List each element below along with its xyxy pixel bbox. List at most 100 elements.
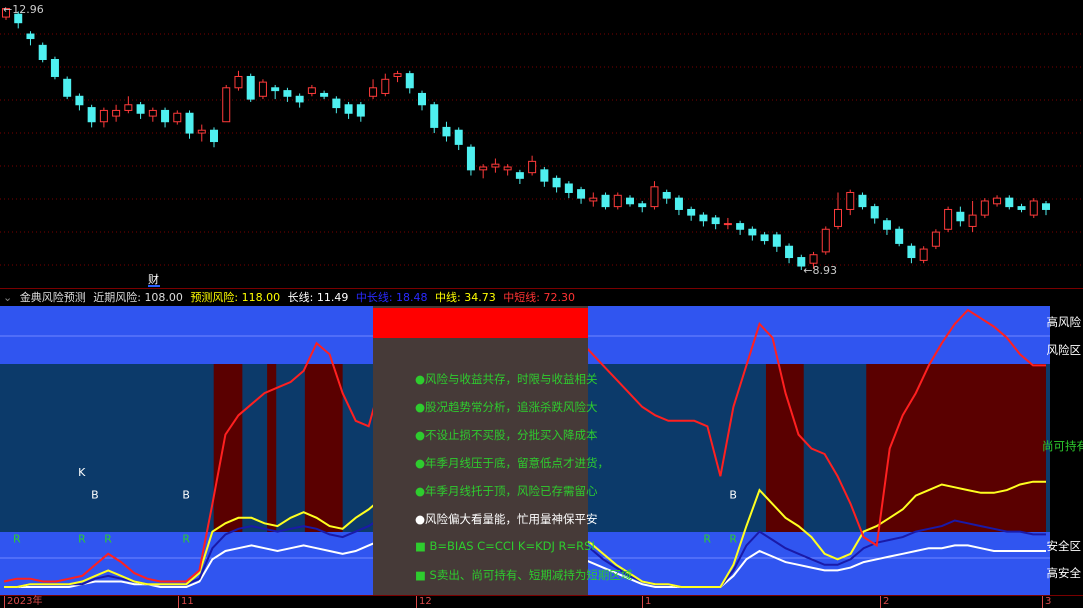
axis-label: 2	[880, 596, 889, 608]
signal-marker: R	[729, 533, 737, 546]
candle	[26, 31, 35, 46]
candle	[515, 169, 524, 184]
candle	[834, 192, 842, 230]
tip-line: ●年季月线压于底，留意低点才进货，	[415, 456, 610, 470]
candle	[50, 56, 59, 80]
signal-marker: R	[182, 533, 190, 546]
zone-label: 高风险	[1046, 315, 1082, 329]
candle	[577, 186, 586, 204]
candle	[699, 212, 708, 227]
forecast-risk: 预测风险: 118.00	[190, 291, 281, 304]
zone-label: 安全区	[1046, 539, 1082, 553]
candle	[613, 192, 622, 210]
candle	[246, 73, 255, 102]
axis-label: 1	[642, 596, 651, 608]
tip-line: ●股况趋势常分析，追涨杀跌风险大	[415, 400, 598, 414]
candle	[1029, 198, 1038, 218]
mid-short-line-value: 中短线: 72.30	[503, 291, 575, 304]
candle	[405, 70, 414, 94]
candle	[772, 232, 781, 252]
candle	[711, 215, 720, 230]
candle	[234, 70, 243, 91]
indicator-title[interactable]: 金典风险预测	[20, 291, 86, 304]
tips-header-block	[373, 308, 588, 338]
candle	[148, 107, 157, 122]
candle	[601, 192, 610, 210]
candle	[503, 164, 512, 176]
candle	[687, 206, 696, 221]
candle	[124, 96, 133, 114]
candle	[418, 90, 426, 111]
signal-marker: R	[78, 533, 86, 546]
tip-line: ●年季月线托于顶，风险已存需留心	[415, 484, 598, 498]
candle	[760, 232, 769, 245]
candle	[332, 96, 341, 114]
candle	[919, 246, 928, 264]
candle	[466, 144, 475, 176]
candle	[75, 93, 84, 111]
candle	[381, 73, 390, 97]
candle	[222, 84, 231, 123]
candle	[442, 121, 451, 142]
risk-period-block	[304, 364, 343, 532]
axis-label: 2023年	[4, 596, 42, 608]
mid-line-value: 中线: 34.73	[435, 291, 496, 304]
candle	[748, 226, 757, 241]
candlestick-chart[interactable]: ←12.96 ←8.93 财	[0, 0, 1083, 288]
candle	[63, 76, 72, 100]
candle	[1017, 203, 1026, 213]
tip-line: ●风险偏大看量能，忙用量神保平安	[415, 512, 598, 526]
recent-risk-label: 近期风险:	[93, 291, 141, 304]
signal-marker: B	[729, 488, 737, 501]
long-line-value: 长线: 11.49	[287, 291, 349, 304]
candle	[821, 226, 830, 255]
candle	[430, 101, 439, 134]
candle	[846, 189, 855, 216]
candle	[161, 107, 170, 128]
high-price-label: ←12.96	[3, 3, 44, 16]
mid-long-line-value: 中长线: 18.48	[355, 291, 428, 304]
candle	[870, 203, 879, 224]
financial-marker: 财	[148, 272, 159, 286]
candle	[993, 195, 1002, 207]
candle	[454, 127, 463, 151]
risk-period-block	[866, 364, 1046, 532]
candle	[307, 84, 316, 97]
candle	[528, 155, 537, 176]
tip-line: ●不设止损不买股，分批买入降成本	[415, 428, 598, 442]
candle	[626, 195, 634, 207]
price-chart-canvas: ←12.96 ←8.93 财	[0, 3, 1083, 287]
candle	[674, 195, 683, 216]
tip-line: ●风险与收益共存，时限与收益相关	[415, 372, 598, 386]
signal-marker: R	[703, 533, 711, 546]
risk-indicator-panel[interactable]: RKBRRBRBRR ●风险与收益共存，时限与收益相关 ●股况趋势常分析，追涨杀跌…	[0, 306, 1083, 595]
candle	[185, 110, 194, 139]
candle	[736, 220, 745, 235]
candle	[662, 189, 671, 204]
candle	[210, 127, 218, 148]
candle	[589, 192, 598, 207]
signal-marker: K	[78, 466, 86, 479]
candle	[944, 206, 953, 233]
candle	[87, 104, 96, 128]
candle	[197, 124, 206, 142]
zone-label: 尚可持有	[1042, 439, 1083, 453]
recent-risk-value: 108.00	[144, 291, 183, 304]
zone-label: 高安全	[1046, 566, 1082, 580]
candle	[552, 175, 561, 193]
candle	[931, 229, 940, 250]
candle	[956, 206, 965, 227]
tip-line: ■ B=BIAS C=CCI K=KDJ R=RSI	[415, 539, 595, 553]
tip-line: ■ S卖出、尚可持有、短期减持为短期区域	[415, 568, 633, 582]
indicator-info-bar: ⌄ 金典风险预测 近期风险: 108.00 预测风险: 118.00 长线: 1…	[0, 288, 1083, 307]
signal-marker: R	[104, 533, 112, 546]
candle	[980, 198, 989, 218]
candle	[112, 104, 121, 122]
candle	[271, 84, 280, 100]
candle	[136, 101, 145, 119]
zone-label: 风险区	[1046, 343, 1082, 357]
candle	[258, 79, 267, 100]
candle	[38, 42, 47, 63]
signal-marker: R	[13, 533, 21, 546]
collapse-icon[interactable]: ⌄	[3, 291, 12, 304]
